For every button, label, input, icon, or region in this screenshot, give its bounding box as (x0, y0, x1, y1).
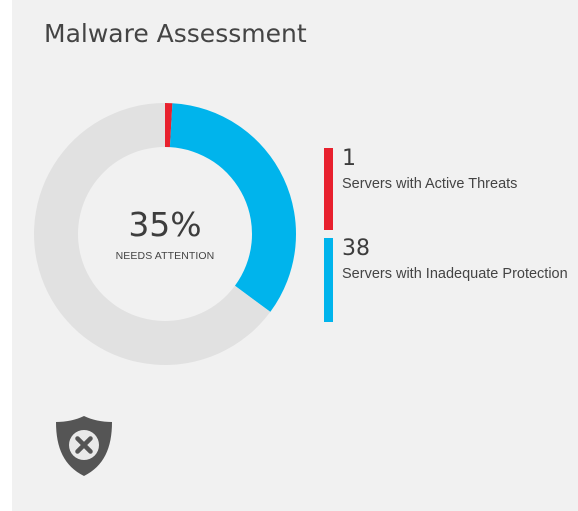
needs-attention-caption: NEEDS ATTENTION (115, 250, 215, 262)
shield-x-icon-svg (56, 416, 112, 476)
legend-count: 1 (342, 146, 356, 171)
legend-color-bar (324, 238, 333, 322)
shield-x-icon (50, 412, 118, 480)
legend-count: 38 (342, 236, 370, 261)
donut-center: 35% NEEDS ATTENTION (33, 102, 297, 366)
malware-assessment-tile[interactable]: Malware Assessment 35% NEEDS ATTENTION 1… (12, 0, 578, 511)
needs-attention-percent: 35% (128, 205, 202, 244)
legend-label: Servers with Inadequate Protection (342, 266, 568, 282)
legend-label: Servers with Active Threats (342, 176, 518, 192)
legend-color-bar (324, 148, 333, 230)
tile-title: Malware Assessment (44, 19, 307, 48)
